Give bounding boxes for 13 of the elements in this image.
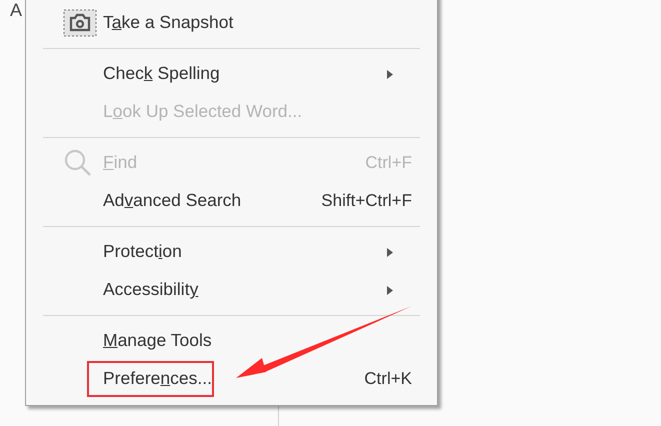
shortcut-label: Shift+Ctrl+F [321, 190, 412, 212]
camera-icon [63, 9, 97, 37]
menu-item[interactable]: Take a Snapshot [103, 14, 234, 32]
menu-item[interactable]: Manage Tools [103, 332, 212, 350]
menu-item[interactable]: Advanced Search [103, 192, 242, 210]
menu-item[interactable]: Preferences... [103, 370, 212, 388]
background-text: A [10, 1, 22, 19]
menu-item[interactable]: Accessibility [103, 281, 198, 299]
shortcut-label: Ctrl+F [365, 152, 412, 174]
search-icon [64, 149, 92, 177]
menu-item[interactable]: Check Spelling [103, 65, 220, 83]
menu-item[interactable]: Protection [103, 243, 182, 261]
shortcut-label: Ctrl+K [364, 368, 412, 390]
